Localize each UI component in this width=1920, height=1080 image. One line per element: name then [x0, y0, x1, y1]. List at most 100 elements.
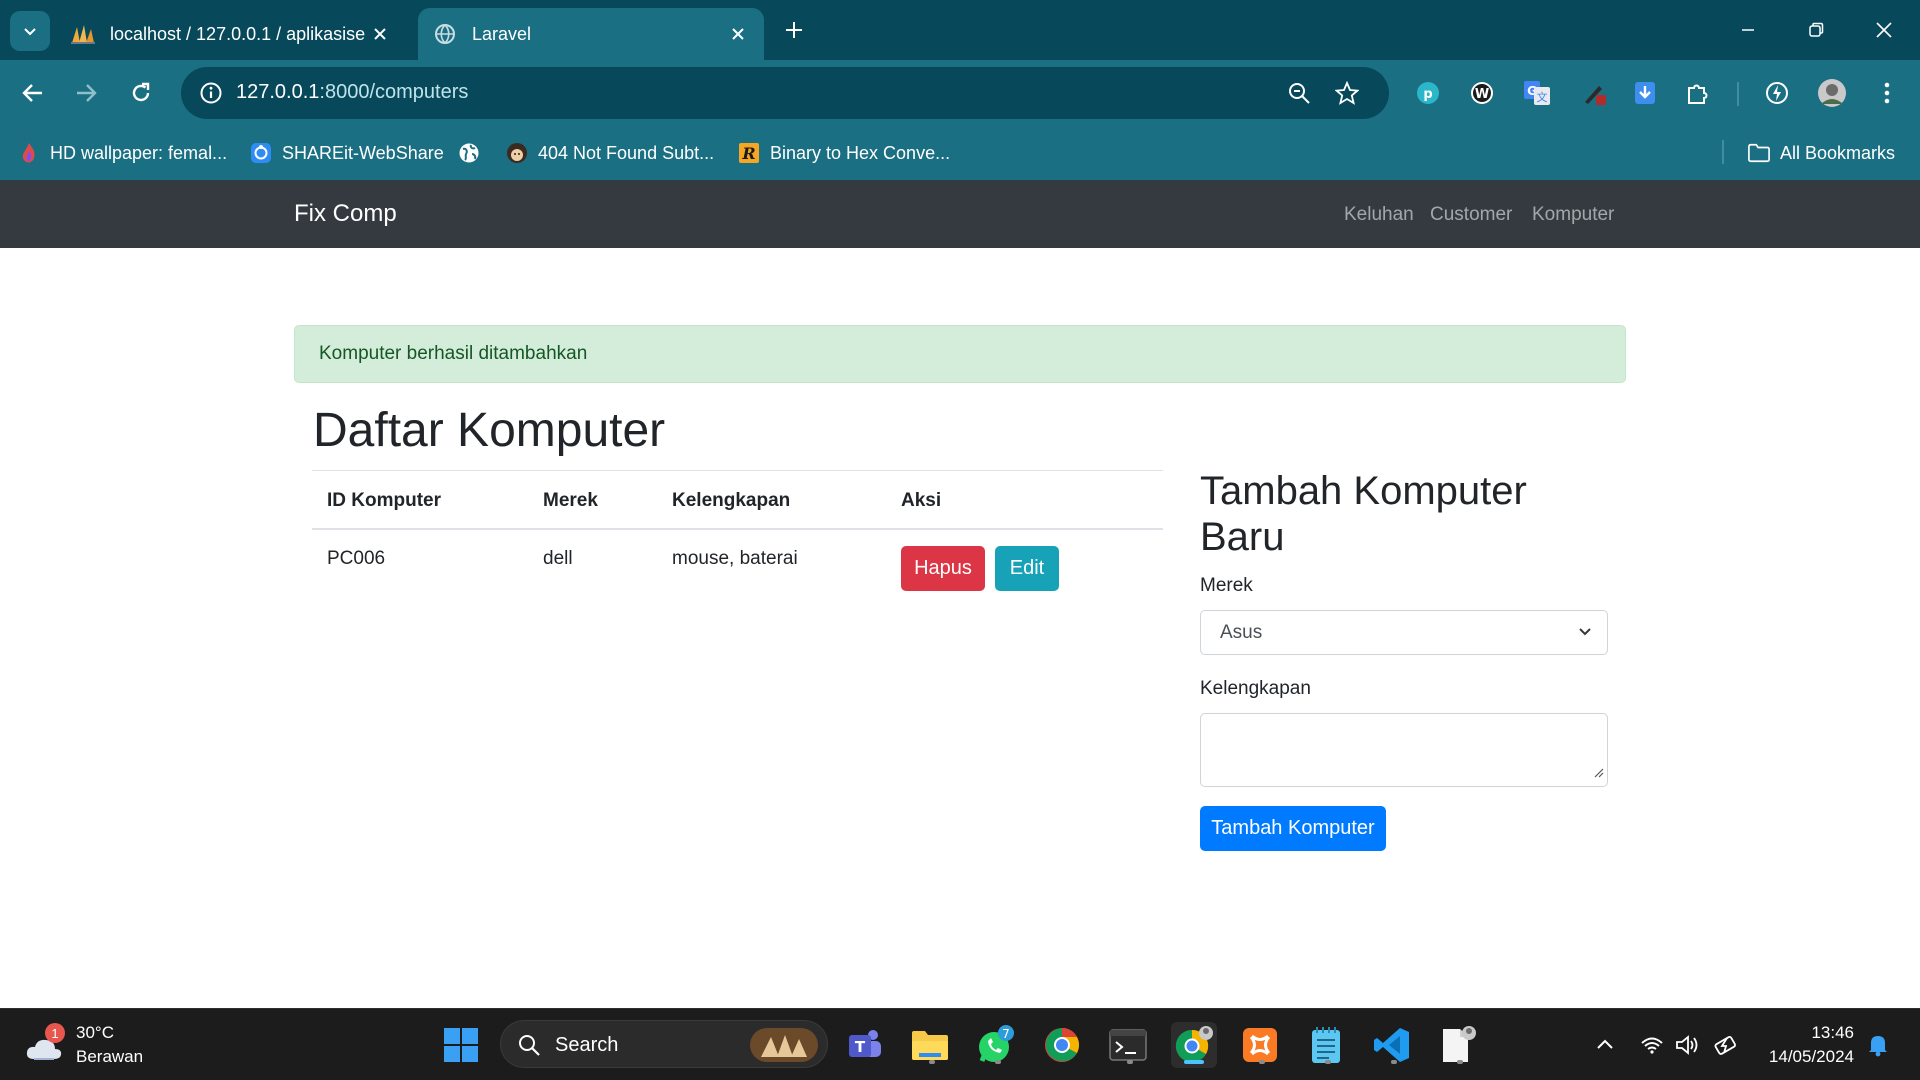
- tab-search-button[interactable]: [10, 11, 50, 51]
- wifi-icon[interactable]: [1638, 1031, 1666, 1059]
- forward-button[interactable]: [64, 71, 108, 115]
- weather-temp: 30°C: [76, 1023, 114, 1042]
- bookmark-label: 404 Not Found Subt...: [538, 142, 715, 163]
- nav-link-komputer[interactable]: Komputer: [1532, 204, 1614, 226]
- download-icon[interactable]: [1626, 74, 1664, 112]
- minimize-icon: [1742, 29, 1754, 31]
- reload-button[interactable]: [119, 71, 163, 115]
- extensions-puzzle-icon[interactable]: [1679, 74, 1717, 112]
- teams-icon: T: [849, 1030, 881, 1057]
- merek-label: Merek: [1200, 575, 1253, 596]
- extension-pen-icon[interactable]: [1575, 74, 1613, 112]
- merek-select[interactable]: Asus: [1200, 610, 1608, 655]
- chevron-down-icon: [24, 28, 36, 36]
- running-indicator: [1457, 1060, 1463, 1064]
- bookmarks-bar: HD wallpaper: femal... SHAREit-WebShare …: [0, 126, 1920, 180]
- svg-text:W: W: [1475, 87, 1489, 102]
- bookmark-404-not-found[interactable]: 404 Not Found Subt...: [506, 138, 714, 168]
- minimize-button[interactable]: [1726, 10, 1770, 50]
- running-indicator: [1259, 1060, 1265, 1064]
- shareit-icon: [250, 142, 272, 164]
- tab-phpmyadmin[interactable]: localhost / 127.0.0.1 / aplikasise: [56, 8, 406, 60]
- arrow-left-icon: [22, 84, 42, 102]
- url-path: :8000/computers: [319, 81, 469, 103]
- browser-toolbar: 127.0.0.1:8000/computers p W G文: [0, 60, 1920, 126]
- google-translate-icon[interactable]: G文: [1518, 74, 1556, 112]
- whatsapp-icon: 7: [979, 1025, 1014, 1062]
- teams-app[interactable]: T: [841, 1022, 887, 1068]
- back-button[interactable]: [11, 71, 55, 115]
- success-alert: Komputer berhasil ditambahkan: [294, 325, 1626, 383]
- weather-condition: Berawan: [76, 1047, 144, 1066]
- taskbar-search[interactable]: Search: [500, 1020, 828, 1068]
- profile-avatar[interactable]: [1813, 74, 1851, 112]
- url-text[interactable]: 127.0.0.1:8000/computers: [236, 81, 468, 104]
- toolbar-divider: [1737, 82, 1739, 106]
- alert-message: Komputer berhasil ditambahkan: [319, 343, 588, 364]
- edit-button[interactable]: Edit: [995, 546, 1059, 591]
- tab-laravel[interactable]: Laravel: [418, 8, 764, 60]
- col-header-aksi: Aksi: [901, 490, 942, 511]
- kelengkapan-textarea[interactable]: [1200, 713, 1608, 787]
- active-indicator: [1184, 1060, 1204, 1064]
- notepad-icon: [1312, 1027, 1340, 1063]
- tab-title: Laravel: [472, 23, 532, 44]
- tab-title: localhost / 127.0.0.1 / aplikasise: [110, 23, 366, 44]
- terminal-icon: [1109, 1029, 1147, 1061]
- globe-icon: [458, 142, 480, 164]
- menu-kebab-icon[interactable]: [1868, 74, 1906, 112]
- bookmark-shareit[interactable]: SHAREit-WebShare: [250, 138, 444, 168]
- resize-grip-icon[interactable]: [1592, 765, 1604, 783]
- bookmark-globe[interactable]: [458, 138, 490, 168]
- weather-badge: 1: [45, 1023, 65, 1043]
- search-icon: [519, 1035, 540, 1056]
- plus-icon: [786, 22, 802, 38]
- bookmark-label: SHAREit-WebShare: [282, 142, 444, 163]
- notification-bell-icon[interactable]: [1864, 1031, 1892, 1059]
- performance-icon[interactable]: [1758, 74, 1796, 112]
- extension-p-icon[interactable]: p: [1409, 74, 1447, 112]
- col-header-merek: Merek: [543, 490, 598, 511]
- address-bar[interactable]: 127.0.0.1:8000/computers: [181, 67, 1389, 119]
- bookmark-star-icon[interactable]: [1329, 75, 1365, 111]
- svg-text:文: 文: [1537, 90, 1548, 104]
- close-icon[interactable]: [368, 22, 392, 46]
- anime-avatar-icon: [506, 142, 528, 164]
- document-icon: [1443, 1026, 1476, 1062]
- reload-icon: [132, 82, 150, 102]
- new-tab-button[interactable]: [778, 14, 810, 46]
- clock-time: 13:46: [1811, 1023, 1854, 1042]
- nav-link-keluhan[interactable]: Keluhan: [1344, 204, 1414, 226]
- zoom-icon[interactable]: [1281, 75, 1317, 111]
- battery-charging-icon[interactable]: [1712, 1031, 1740, 1059]
- bookmark-binary-to-hex[interactable]: R Binary to Hex Conve...: [738, 138, 950, 168]
- all-bookmarks-button[interactable]: All Bookmarks: [1748, 138, 1895, 168]
- close-window-button[interactable]: [1862, 10, 1906, 50]
- windows-taskbar: 1 30°C Berawan Search T 7 13:46 14/05/20…: [0, 1008, 1920, 1080]
- hapus-button[interactable]: Hapus: [901, 546, 985, 591]
- chrome-app[interactable]: [1039, 1022, 1085, 1068]
- windows-logo-icon: [444, 1028, 478, 1062]
- restore-button[interactable]: [1794, 10, 1838, 50]
- xampp-icon: [1243, 1028, 1277, 1062]
- system-clock[interactable]: 13:46 14/05/2024: [1752, 1021, 1854, 1069]
- all-bookmarks-label: All Bookmarks: [1780, 142, 1896, 163]
- col-header-id: ID Komputer: [327, 490, 441, 511]
- close-icon[interactable]: [726, 22, 750, 46]
- r-logo-icon: R: [738, 142, 760, 164]
- tambah-komputer-button[interactable]: Tambah Komputer: [1200, 806, 1386, 851]
- extension-w-icon[interactable]: W: [1463, 74, 1501, 112]
- phpmyadmin-icon: [70, 21, 96, 47]
- svg-text:R: R: [741, 144, 755, 163]
- weather-widget[interactable]: 1 30°C Berawan: [24, 1023, 154, 1069]
- table-top-border: [312, 470, 1163, 471]
- navbar-brand[interactable]: Fix Comp: [294, 200, 397, 228]
- start-button[interactable]: [438, 1022, 484, 1068]
- site-info-icon[interactable]: [193, 75, 229, 111]
- show-hidden-icons-chevron-up-icon[interactable]: [1591, 1031, 1619, 1059]
- bookmark-hd-wallpaper[interactable]: HD wallpaper: femal...: [18, 138, 227, 168]
- running-indicator: [929, 1060, 935, 1064]
- nav-link-customer[interactable]: Customer: [1430, 204, 1512, 226]
- form-title: Tambah Komputer Baru: [1200, 469, 1527, 559]
- volume-icon[interactable]: [1674, 1031, 1702, 1059]
